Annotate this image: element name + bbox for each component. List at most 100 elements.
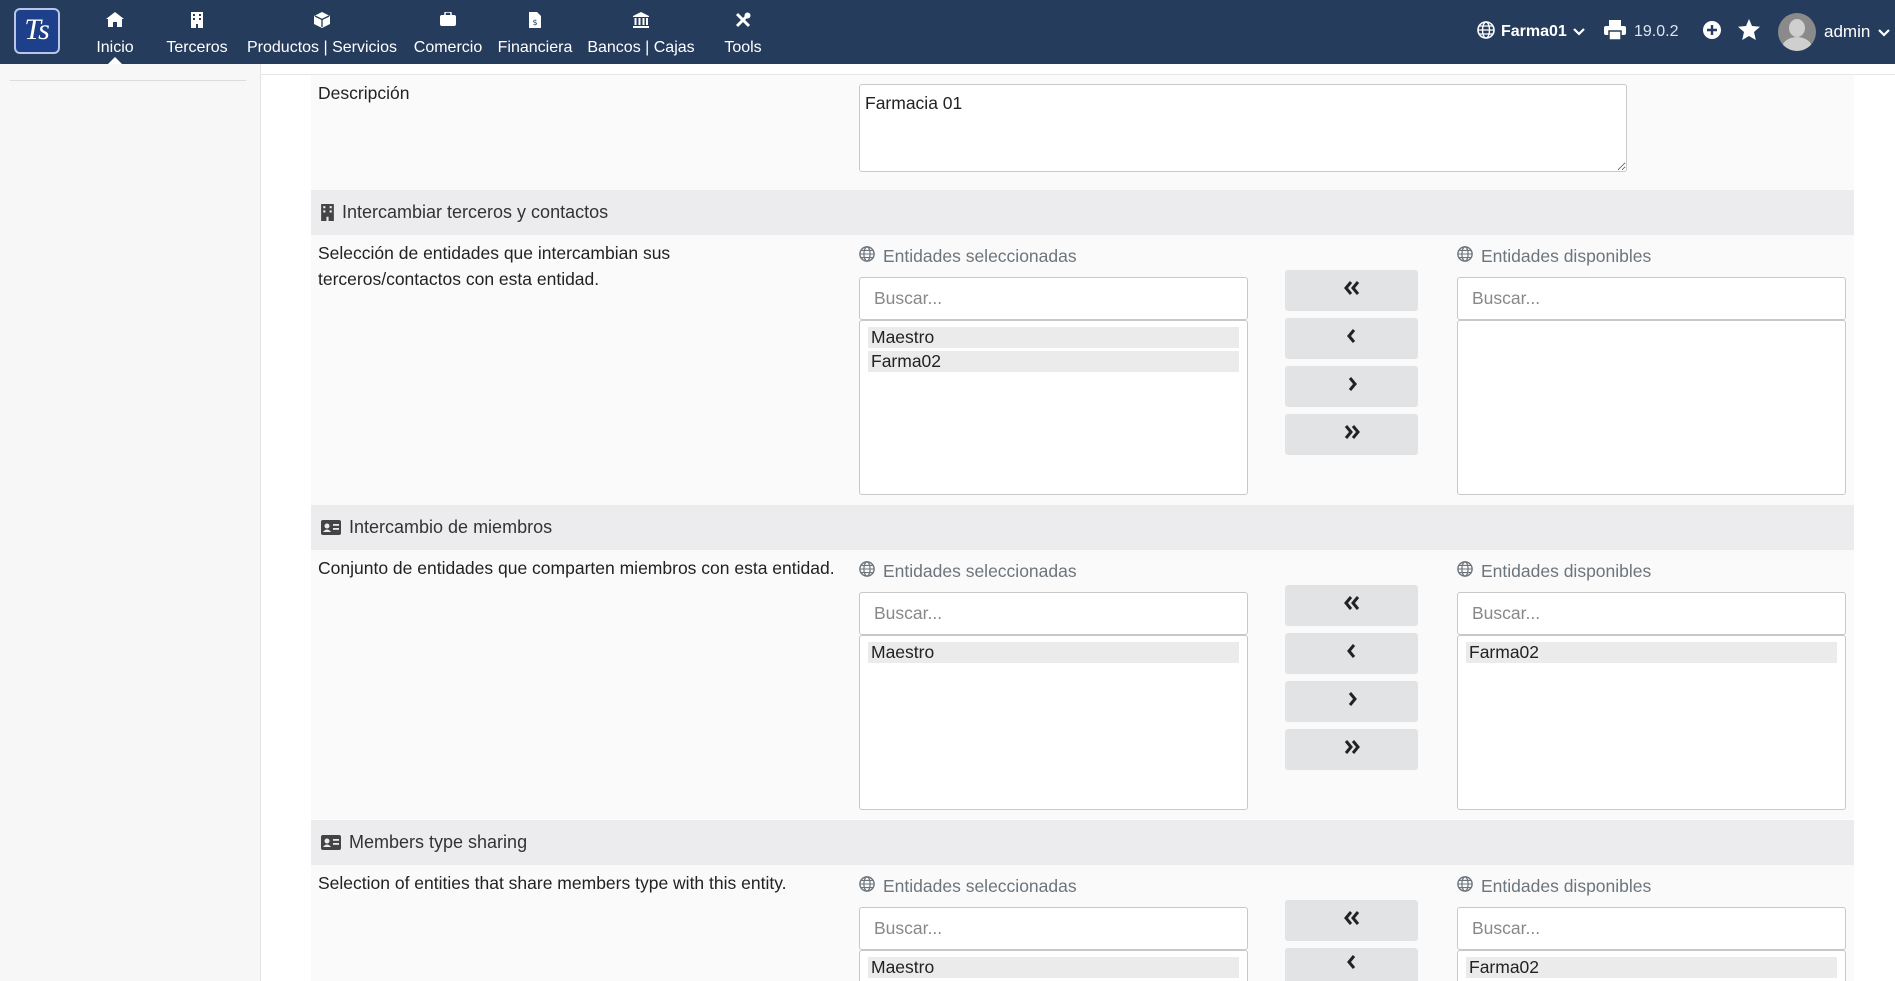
user-name: admin bbox=[1824, 22, 1871, 41]
bookmarks-button[interactable] bbox=[1738, 0, 1760, 64]
entity-name: Farma01 bbox=[1501, 23, 1567, 40]
list-item[interactable]: Maestro bbox=[868, 327, 1239, 348]
move-left-button[interactable] bbox=[1285, 318, 1418, 359]
section-header-terceros: Intercambiar terceros y contactos bbox=[311, 190, 1854, 235]
selected-entities-list[interactable]: Maestro Farma02 bbox=[859, 320, 1248, 495]
nav-label: Terceros bbox=[166, 39, 228, 56]
available-panel-title: Entidades disponibles bbox=[1457, 561, 1651, 582]
move-all-left-button[interactable] bbox=[1285, 270, 1418, 311]
angle-double-right-icon bbox=[1344, 425, 1360, 444]
id-card-icon bbox=[321, 835, 341, 850]
list-item[interactable]: Farma02 bbox=[1466, 642, 1837, 663]
quick-add-button[interactable] bbox=[1702, 0, 1722, 64]
file-invoice-icon: $ bbox=[494, 12, 576, 28]
chevron-down-icon bbox=[1573, 23, 1585, 41]
top-navbar: Ts Inicio Terceros Productos | Servicios… bbox=[0, 0, 1895, 64]
available-title-text: Entidades disponibles bbox=[1481, 246, 1652, 266]
available-search-input[interactable]: Buscar... bbox=[1457, 592, 1846, 635]
description-label: Descripción bbox=[318, 83, 410, 103]
nav-terceros[interactable]: Terceros bbox=[160, 0, 234, 64]
selected-title-text: Entidades seleccionadas bbox=[883, 561, 1077, 581]
selected-title-text: Entidades seleccionadas bbox=[883, 876, 1077, 896]
star-icon bbox=[1738, 19, 1760, 45]
available-entities-list[interactable] bbox=[1457, 320, 1846, 495]
move-left-button[interactable] bbox=[1285, 948, 1418, 981]
selected-entities-list[interactable]: Maestro bbox=[859, 635, 1248, 810]
list-item[interactable]: Maestro bbox=[868, 642, 1239, 663]
briefcase-icon bbox=[411, 12, 485, 28]
nav-bancos-cajas[interactable]: Bancos | Cajas bbox=[585, 0, 697, 64]
bank-icon bbox=[585, 12, 697, 28]
nav-label: Inicio bbox=[96, 39, 134, 56]
section-description: Selección de entidades que intercambian … bbox=[318, 243, 671, 289]
available-entities-list[interactable]: Farma02 bbox=[1457, 635, 1846, 810]
globe-icon bbox=[1477, 20, 1495, 44]
section-description: Conjunto de entidades que comparten miem… bbox=[318, 558, 835, 578]
nav-comercio[interactable]: Comercio bbox=[411, 0, 485, 64]
globe-icon bbox=[1457, 561, 1473, 582]
id-card-icon bbox=[321, 520, 341, 535]
available-entities-list[interactable]: Farma02 bbox=[1457, 950, 1846, 981]
move-right-button[interactable] bbox=[1285, 366, 1418, 407]
nav-label: Financiera bbox=[497, 39, 573, 56]
available-title-text: Entidades disponibles bbox=[1481, 876, 1652, 896]
angle-right-icon bbox=[1347, 692, 1357, 711]
move-all-right-button[interactable] bbox=[1285, 414, 1418, 455]
print-button[interactable]: 19.0.2 bbox=[1604, 0, 1678, 64]
available-title-text: Entidades disponibles bbox=[1481, 561, 1652, 581]
globe-icon bbox=[1457, 876, 1473, 897]
globe-icon bbox=[859, 561, 875, 582]
nav-productos-servicios[interactable]: Productos | Servicios bbox=[243, 0, 401, 64]
nav-financiera[interactable]: $ Financiera bbox=[494, 0, 576, 64]
angle-left-icon bbox=[1346, 644, 1357, 663]
move-all-left-button[interactable] bbox=[1285, 585, 1418, 626]
chevron-down-icon bbox=[1878, 22, 1891, 42]
selected-panel-title: Entidades seleccionadas bbox=[859, 561, 1077, 582]
angle-right-icon bbox=[1347, 377, 1357, 396]
angle-double-left-icon bbox=[1343, 596, 1360, 615]
section-header-members-type: Members type sharing bbox=[311, 820, 1854, 865]
angle-left-icon bbox=[1346, 329, 1357, 348]
cube-icon bbox=[243, 12, 401, 28]
nav-label: Bancos | Cajas bbox=[587, 39, 695, 56]
move-right-button[interactable] bbox=[1285, 681, 1418, 722]
section-title: Intercambiar terceros y contactos bbox=[342, 202, 609, 222]
selected-search-input[interactable]: Buscar... bbox=[859, 907, 1248, 950]
plus-circle-icon bbox=[1702, 20, 1722, 45]
available-panel-title: Entidades disponibles bbox=[1457, 876, 1651, 897]
available-panel-title: Entidades disponibles bbox=[1457, 246, 1651, 267]
app-logo[interactable]: Ts bbox=[14, 8, 60, 54]
nav-label: Tools bbox=[724, 39, 762, 56]
selected-entities-list[interactable]: Maestro bbox=[859, 950, 1248, 981]
selected-search-input[interactable]: Buscar... bbox=[859, 592, 1248, 635]
globe-icon bbox=[859, 246, 875, 267]
nav-label: Comercio bbox=[413, 39, 483, 56]
section-header-miembros: Intercambio de miembros bbox=[311, 505, 1854, 550]
list-item[interactable]: Maestro bbox=[868, 957, 1239, 978]
building-icon bbox=[321, 204, 334, 221]
globe-icon bbox=[859, 876, 875, 897]
available-search-input[interactable]: Buscar... bbox=[1457, 907, 1846, 950]
move-all-left-button[interactable] bbox=[1285, 900, 1418, 941]
angle-left-icon bbox=[1346, 955, 1357, 974]
list-item[interactable]: Farma02 bbox=[1466, 957, 1837, 978]
list-item[interactable]: Farma02 bbox=[868, 351, 1239, 372]
nav-tools[interactable]: Tools bbox=[717, 0, 769, 64]
tools-icon bbox=[717, 12, 769, 28]
section-title: Members type sharing bbox=[349, 832, 528, 852]
section-title: Intercambio de miembros bbox=[349, 517, 553, 537]
selected-title-text: Entidades seleccionadas bbox=[883, 246, 1077, 266]
move-left-button[interactable] bbox=[1285, 633, 1418, 674]
selected-panel-title: Entidades seleccionadas bbox=[859, 876, 1077, 897]
avatar bbox=[1778, 13, 1816, 51]
selected-search-input[interactable]: Buscar... bbox=[859, 277, 1248, 320]
home-icon bbox=[87, 12, 143, 28]
nav-inicio[interactable]: Inicio bbox=[87, 0, 143, 64]
available-search-input[interactable]: Buscar... bbox=[1457, 277, 1846, 320]
building-icon bbox=[160, 12, 234, 28]
angle-double-left-icon bbox=[1343, 911, 1360, 930]
move-all-right-button[interactable] bbox=[1285, 729, 1418, 770]
entity-selector[interactable]: Farma01 bbox=[1477, 0, 1585, 64]
description-textarea[interactable]: Farmacia 01 bbox=[859, 84, 1627, 172]
user-menu[interactable]: admin bbox=[1778, 0, 1891, 64]
